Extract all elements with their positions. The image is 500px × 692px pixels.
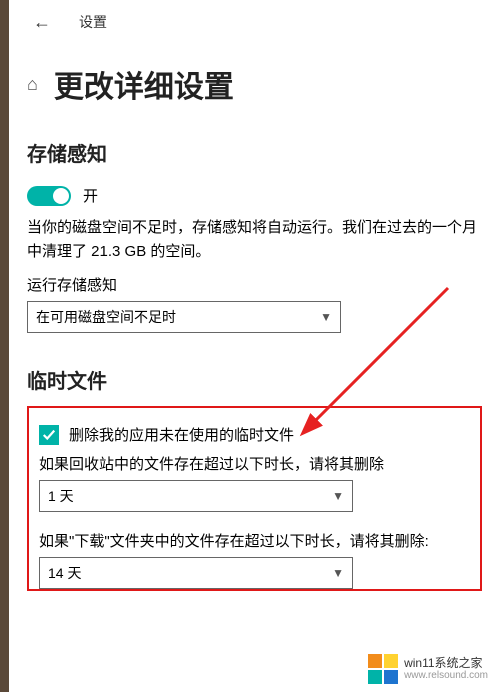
storage-sense-toggle[interactable] — [27, 186, 71, 206]
page-title: 更改详细设置 — [54, 62, 234, 106]
chevron-down-icon: ▼ — [320, 310, 332, 324]
storage-sense-description: 当你的磁盘空间不足时，存储感知将自动运行。我们在过去的一个月中清理了 21.3 … — [27, 216, 482, 264]
delete-temp-checkbox[interactable] — [39, 425, 59, 445]
recycle-period-select[interactable]: 1 天 ▼ — [39, 480, 353, 512]
run-storage-sense-label: 运行存储感知 — [27, 274, 482, 295]
back-icon[interactable]: ← — [27, 12, 57, 33]
select-value: 1 天 — [48, 486, 74, 506]
window-left-edge — [0, 0, 9, 692]
delete-temp-label: 删除我的应用未在使用的临时文件 — [69, 424, 294, 445]
watermark-text: win11系统之家 — [404, 656, 482, 670]
storage-sense-heading: 存储感知 — [27, 138, 482, 167]
chevron-down-icon: ▼ — [332, 566, 344, 580]
watermark: win11系统之家 www.relsound.com — [368, 654, 488, 684]
watermark-domain: www.relsound.com — [404, 670, 488, 681]
chevron-down-icon: ▼ — [332, 489, 344, 503]
recycle-hint: 如果回收站中的文件存在超过以下时长，请将其删除 — [39, 453, 470, 474]
watermark-logo-icon — [368, 654, 398, 684]
downloads-hint: 如果"下载"文件夹中的文件存在超过以下时长，请将其删除: — [39, 530, 470, 551]
toggle-on-label: 开 — [83, 185, 98, 206]
check-icon — [42, 428, 56, 442]
run-storage-sense-select[interactable]: 在可用磁盘空间不足时 ▼ — [27, 301, 341, 333]
topbar: ← 设置 — [27, 0, 482, 44]
downloads-period-select[interactable]: 14 天 ▼ — [39, 557, 353, 589]
select-value: 14 天 — [48, 563, 81, 583]
highlight-box: 删除我的应用未在使用的临时文件 如果回收站中的文件存在超过以下时长，请将其删除 … — [27, 406, 482, 591]
topbar-label: 设置 — [79, 12, 107, 32]
temp-files-heading: 临时文件 — [27, 365, 482, 394]
home-icon[interactable]: ⌂ — [27, 74, 38, 95]
select-value: 在可用磁盘空间不足时 — [36, 307, 176, 327]
